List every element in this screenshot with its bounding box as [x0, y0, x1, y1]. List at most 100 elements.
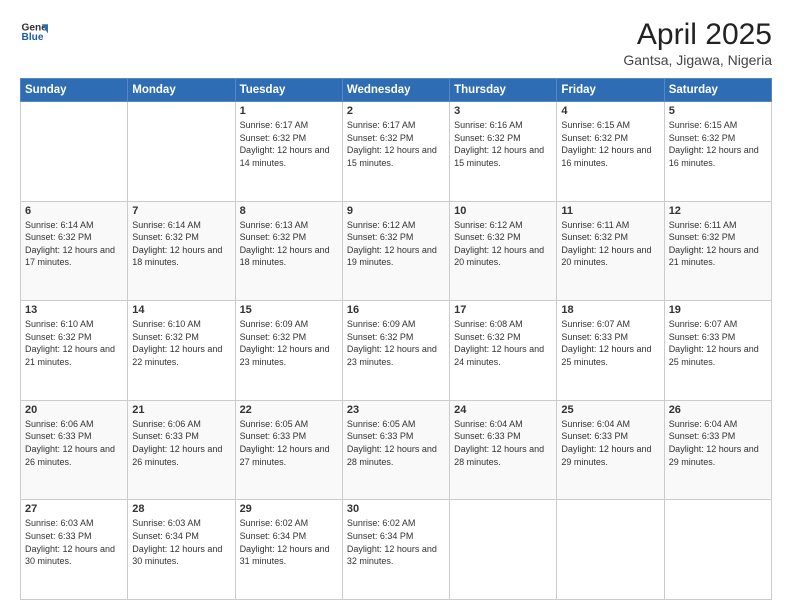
calendar-week-row: 1Sunrise: 6:17 AM Sunset: 6:32 PM Daylig…: [21, 102, 772, 202]
day-number: 29: [240, 503, 338, 515]
calendar-cell: 6 Sunrise: 6:14 AM Sunset: 6:32 PM Daylig…: [21, 201, 128, 301]
day-number: 23: [347, 404, 445, 416]
day-number: 15: [240, 304, 338, 316]
day-detail: Sunrise: 6:06 AM Sunset: 6:33 PM Dayligh…: [132, 418, 230, 468]
day-detail: Sunrise: 6:11 AM Sunset: 6:32 PM Dayligh…: [561, 219, 659, 269]
calendar-week-row: 27 Sunrise: 6:03 AM Sunset: 6:33 PM Dayli…: [21, 500, 772, 600]
calendar-week-row: 20 Sunrise: 6:06 AM Sunset: 6:33 PM Dayli…: [21, 400, 772, 500]
calendar-cell: 25 Sunrise: 6:04 AM Sunset: 6:33 PM Dayli…: [557, 400, 664, 500]
calendar-header-row: SundayMondayTuesdayWednesdayThursdayFrid…: [21, 79, 772, 102]
calendar-cell: 16 Sunrise: 6:09 AM Sunset: 6:32 PM Dayli…: [342, 301, 449, 401]
day-detail: Sunrise: 6:04 AM Sunset: 6:33 PM Dayligh…: [561, 418, 659, 468]
day-detail: Sunrise: 6:16 AM Sunset: 6:32 PM Dayligh…: [454, 119, 552, 169]
calendar-cell: 30Sunrise: 6:02 AM Sunset: 6:34 PM Dayli…: [342, 500, 449, 600]
calendar-cell: [450, 500, 557, 600]
day-detail: Sunrise: 6:09 AM Sunset: 6:32 PM Dayligh…: [347, 318, 445, 368]
calendar-cell: 13Sunrise: 6:10 AM Sunset: 6:32 PM Dayli…: [21, 301, 128, 401]
calendar-cell: 1Sunrise: 6:17 AM Sunset: 6:32 PM Daylig…: [235, 102, 342, 202]
calendar-cell: 9 Sunrise: 6:12 AM Sunset: 6:32 PM Daylig…: [342, 201, 449, 301]
day-detail: Sunrise: 6:04 AM Sunset: 6:33 PM Dayligh…: [454, 418, 552, 468]
calendar-cell: 4Sunrise: 6:15 AM Sunset: 6:32 PM Daylig…: [557, 102, 664, 202]
day-number: 8: [240, 205, 338, 217]
logo: General Blue: [20, 18, 48, 46]
day-number: 18: [561, 304, 659, 316]
calendar-cell: 17 Sunrise: 6:08 AM Sunset: 6:32 PM Dayli…: [450, 301, 557, 401]
calendar-cell: 15 Sunrise: 6:09 AM Sunset: 6:32 PM Dayli…: [235, 301, 342, 401]
header-day-wednesday: Wednesday: [342, 79, 449, 102]
day-number: 6: [25, 205, 123, 217]
day-detail: Sunrise: 6:07 AM Sunset: 6:33 PM Dayligh…: [669, 318, 767, 368]
day-detail: Sunrise: 6:14 AM Sunset: 6:32 PM Dayligh…: [25, 219, 123, 269]
calendar-cell: 23 Sunrise: 6:05 AM Sunset: 6:33 PM Dayli…: [342, 400, 449, 500]
day-number: 16: [347, 304, 445, 316]
header-day-friday: Friday: [557, 79, 664, 102]
day-detail: Sunrise: 6:09 AM Sunset: 6:32 PM Dayligh…: [240, 318, 338, 368]
calendar-cell: 11Sunrise: 6:11 AM Sunset: 6:32 PM Dayli…: [557, 201, 664, 301]
day-number: 4: [561, 105, 659, 117]
day-detail: Sunrise: 6:12 AM Sunset: 6:32 PM Dayligh…: [347, 219, 445, 269]
header-day-tuesday: Tuesday: [235, 79, 342, 102]
page: General Blue April 2025 Gantsa, Jigawa, …: [0, 0, 792, 612]
day-number: 20: [25, 404, 123, 416]
calendar-table: SundayMondayTuesdayWednesdayThursdayFrid…: [20, 78, 772, 600]
calendar-cell: [21, 102, 128, 202]
header-day-sunday: Sunday: [21, 79, 128, 102]
calendar-cell: 26Sunrise: 6:04 AM Sunset: 6:33 PM Dayli…: [664, 400, 771, 500]
header-day-saturday: Saturday: [664, 79, 771, 102]
calendar-cell: [128, 102, 235, 202]
day-number: 10: [454, 205, 552, 217]
calendar-cell: 19 Sunrise: 6:07 AM Sunset: 6:33 PM Dayli…: [664, 301, 771, 401]
logo-icon: General Blue: [20, 18, 48, 46]
page-title: April 2025: [623, 18, 772, 52]
day-number: 28: [132, 503, 230, 515]
calendar-cell: 22Sunrise: 6:05 AM Sunset: 6:33 PM Dayli…: [235, 400, 342, 500]
calendar-cell: 21 Sunrise: 6:06 AM Sunset: 6:33 PM Dayli…: [128, 400, 235, 500]
header-day-thursday: Thursday: [450, 79, 557, 102]
day-number: 1: [240, 105, 338, 117]
calendar-week-row: 13 Sunrise: 6:10 AM Sunset: 6:32 PM Dayli…: [21, 301, 772, 401]
day-number: 19: [669, 304, 767, 316]
svg-text:Blue: Blue: [22, 32, 44, 43]
calendar-cell: 2Sunrise: 6:17 AM Sunset: 6:32 PM Daylig…: [342, 102, 449, 202]
header-day-monday: Monday: [128, 79, 235, 102]
calendar-cell: 29 Sunrise: 6:02 AM Sunset: 6:34 PM Dayli…: [235, 500, 342, 600]
day-number: 17: [454, 304, 552, 316]
calendar-cell: 20 Sunrise: 6:06 AM Sunset: 6:33 PM Dayli…: [21, 400, 128, 500]
calendar-cell: 27 Sunrise: 6:03 AM Sunset: 6:33 PM Dayli…: [21, 500, 128, 600]
day-number: 5: [669, 105, 767, 117]
day-number: 9: [347, 205, 445, 217]
day-number: 24: [454, 404, 552, 416]
page-subtitle: Gantsa, Jigawa, Nigeria: [623, 52, 772, 68]
day-detail: Sunrise: 6:02 AM Sunset: 6:34 PM Dayligh…: [347, 517, 445, 567]
calendar-cell: 28 Sunrise: 6:03 AM Sunset: 6:34 PM Dayli…: [128, 500, 235, 600]
day-number: 7: [132, 205, 230, 217]
day-number: 22: [240, 404, 338, 416]
calendar-week-row: 6 Sunrise: 6:14 AM Sunset: 6:32 PM Daylig…: [21, 201, 772, 301]
day-detail: Sunrise: 6:15 AM Sunset: 6:32 PM Dayligh…: [669, 119, 767, 169]
calendar-cell: 7Sunrise: 6:14 AM Sunset: 6:32 PM Daylig…: [128, 201, 235, 301]
day-number: 25: [561, 404, 659, 416]
title-block: April 2025 Gantsa, Jigawa, Nigeria: [623, 18, 772, 68]
day-detail: Sunrise: 6:06 AM Sunset: 6:33 PM Dayligh…: [25, 418, 123, 468]
calendar-cell: [664, 500, 771, 600]
day-number: 12: [669, 205, 767, 217]
day-detail: Sunrise: 6:03 AM Sunset: 6:34 PM Dayligh…: [132, 517, 230, 567]
day-number: 27: [25, 503, 123, 515]
day-detail: Sunrise: 6:08 AM Sunset: 6:32 PM Dayligh…: [454, 318, 552, 368]
calendar-cell: 24 Sunrise: 6:04 AM Sunset: 6:33 PM Dayli…: [450, 400, 557, 500]
day-number: 2: [347, 105, 445, 117]
day-detail: Sunrise: 6:02 AM Sunset: 6:34 PM Dayligh…: [240, 517, 338, 567]
day-detail: Sunrise: 6:05 AM Sunset: 6:33 PM Dayligh…: [347, 418, 445, 468]
day-detail: Sunrise: 6:12 AM Sunset: 6:32 PM Dayligh…: [454, 219, 552, 269]
day-detail: Sunrise: 6:10 AM Sunset: 6:32 PM Dayligh…: [132, 318, 230, 368]
calendar-cell: 5 Sunrise: 6:15 AM Sunset: 6:32 PM Daylig…: [664, 102, 771, 202]
calendar-cell: 8Sunrise: 6:13 AM Sunset: 6:32 PM Daylig…: [235, 201, 342, 301]
day-number: 14: [132, 304, 230, 316]
calendar-cell: 10 Sunrise: 6:12 AM Sunset: 6:32 PM Dayli…: [450, 201, 557, 301]
day-detail: Sunrise: 6:03 AM Sunset: 6:33 PM Dayligh…: [25, 517, 123, 567]
day-number: 13: [25, 304, 123, 316]
header: General Blue April 2025 Gantsa, Jigawa, …: [20, 18, 772, 68]
day-number: 21: [132, 404, 230, 416]
calendar-cell: 14 Sunrise: 6:10 AM Sunset: 6:32 PM Dayli…: [128, 301, 235, 401]
day-number: 3: [454, 105, 552, 117]
